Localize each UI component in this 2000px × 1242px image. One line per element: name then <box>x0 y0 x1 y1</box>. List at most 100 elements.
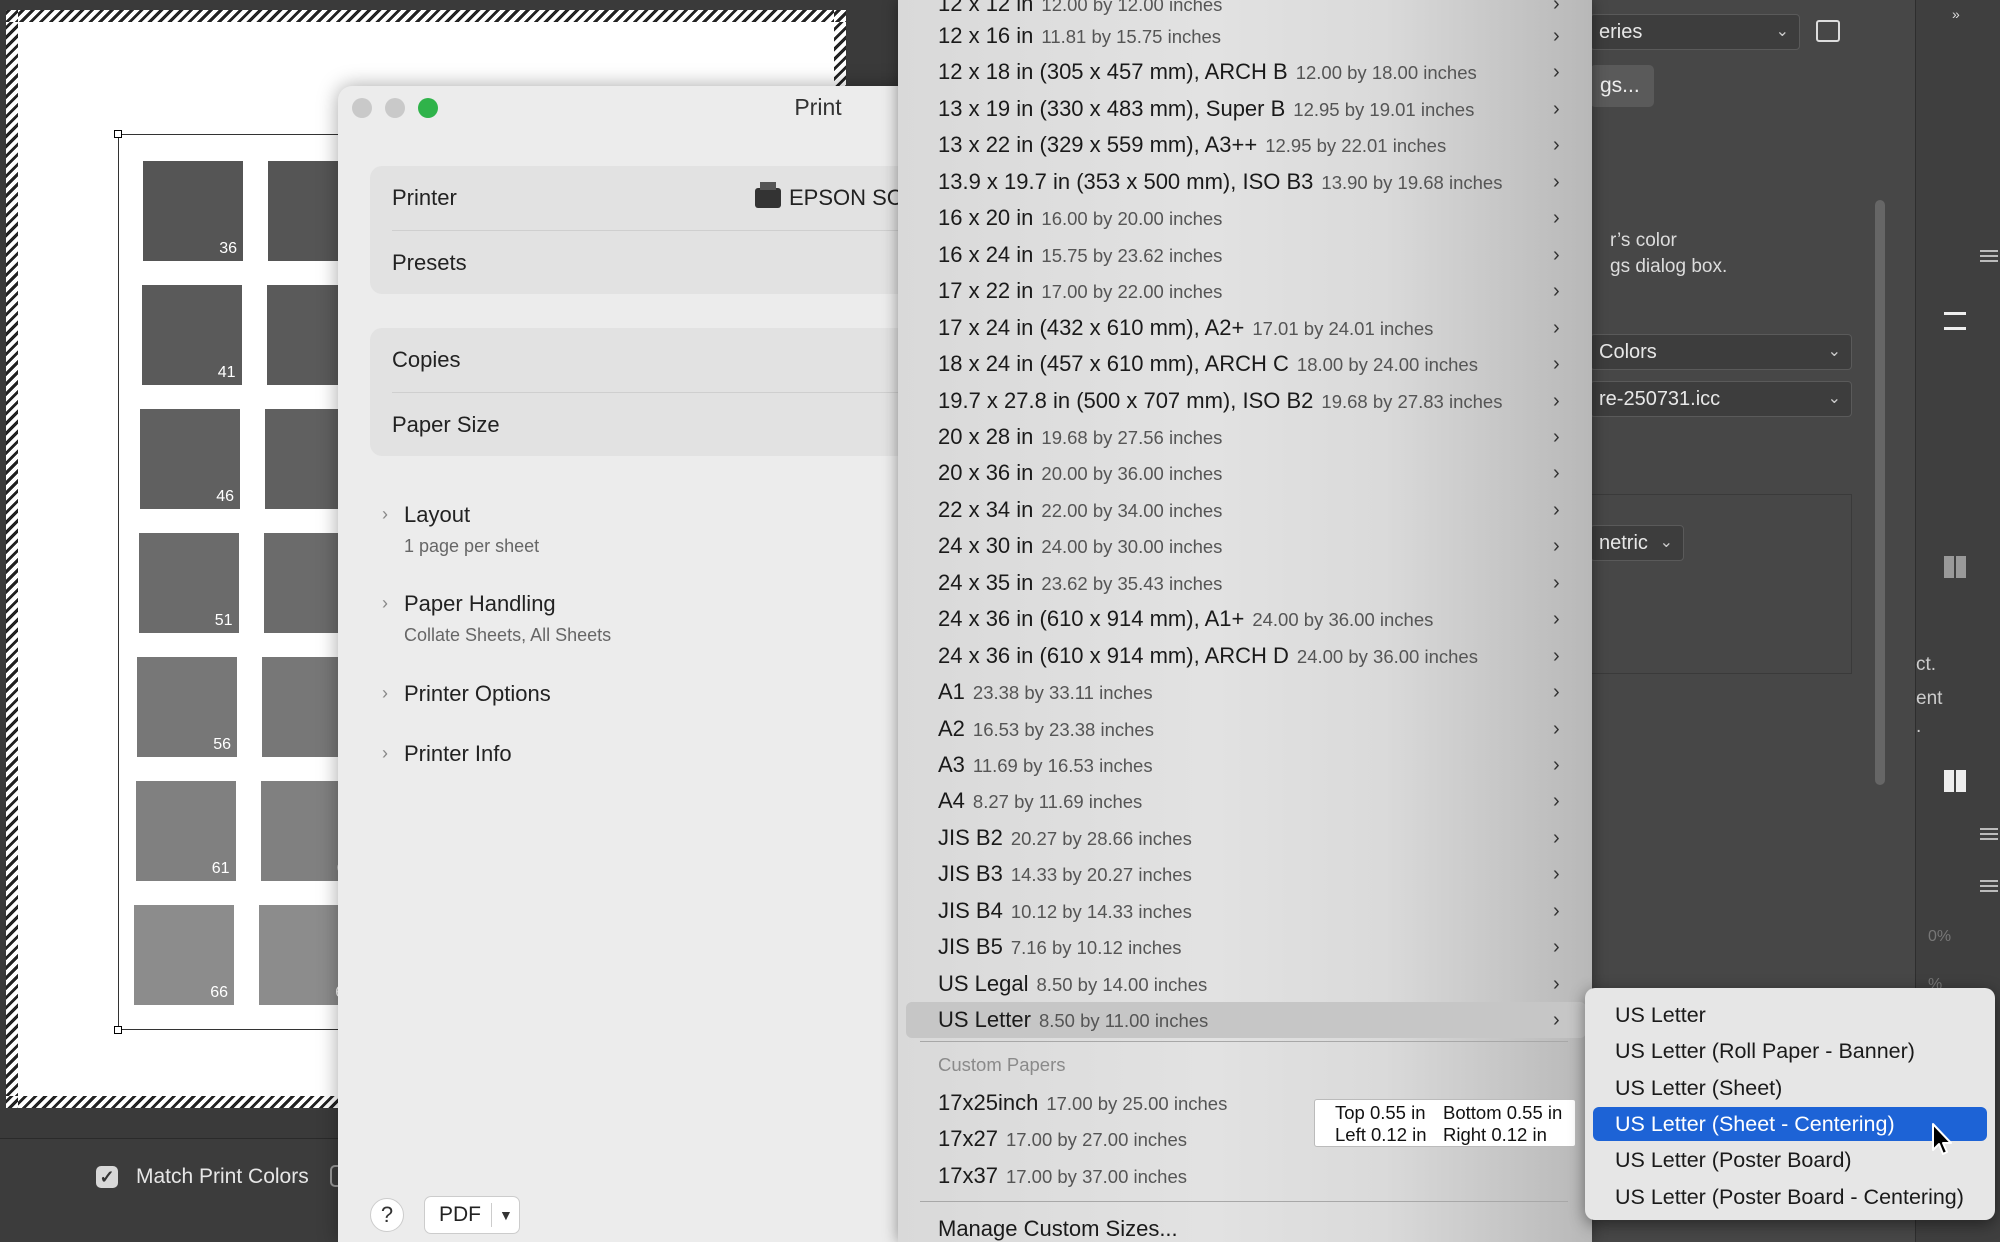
paper-size-item[interactable]: 17x37 17.00 by 37.00 inches <box>898 1158 1592 1194</box>
submenu-item[interactable]: US Letter (Poster Board) <box>1593 1143 1987 1177</box>
disclosure-chevron-icon[interactable]: › <box>382 743 388 764</box>
help-button[interactable]: ? <box>370 1198 404 1232</box>
paper-size-item[interactable]: 20 x 28 in 19.68 by 27.56 inches › <box>898 419 1592 455</box>
list-view-icon[interactable] <box>1944 312 1966 330</box>
color-note-line-1: r’s color <box>1610 230 1677 251</box>
paper-size-name: 13 x 22 in (329 x 559 mm), A3++ <box>938 132 1258 158</box>
printer-series-select[interactable]: eries ⌄ <box>1590 14 1800 50</box>
grid-view-icon[interactable] <box>1944 556 1966 578</box>
paper-size-item[interactable]: JIS B3 14.33 by 20.27 inches › <box>898 856 1592 892</box>
chevron-right-icon: › <box>1553 97 1560 120</box>
paper-size-item[interactable]: 22 x 34 in 22.00 by 34.00 inches › <box>898 492 1592 528</box>
submenu-item[interactable]: US Letter (Sheet - Centering) <box>1593 1106 1987 1141</box>
paper-size-dimensions: 8.50 by 11.00 inches <box>1038 1010 1209 1032</box>
paper-size-dimensions: 23.38 by 33.11 inches <box>972 682 1153 704</box>
chevron-right-icon: › <box>1553 243 1560 266</box>
disclosure-chevron-icon[interactable]: › <box>382 593 388 614</box>
paper-size-item[interactable]: 17 x 22 in 17.00 by 22.00 inches › <box>898 273 1592 309</box>
paper-size-item[interactable]: JIS B2 20.27 by 28.66 inches › <box>898 820 1592 856</box>
paper-size-item[interactable]: A2 16.53 by 23.38 inches › <box>898 711 1592 747</box>
expand-panels-icon[interactable]: » <box>1952 6 1960 22</box>
paper-size-item[interactable]: US Letter 8.50 by 11.00 inches › <box>906 1002 1586 1039</box>
color-handling-select[interactable]: Colors ⌄ <box>1590 334 1852 370</box>
us-letter-submenu: US Letter US Letter (Roll Paper - Banner)… <box>1585 988 1995 1220</box>
paper-size-dimensions: 19.68 by 27.56 inches <box>1041 426 1223 448</box>
tooltip-bottom: Bottom 0.55 in <box>1443 1102 1563 1123</box>
chevron-right-icon: › <box>1553 462 1560 485</box>
paper-size-dimensions: 17.00 by 37.00 inches <box>1005 1165 1187 1187</box>
paper-size-item[interactable]: JIS B5 7.16 by 10.12 inches › <box>898 929 1592 965</box>
pdf-menu-button[interactable]: PDF ▼ <box>424 1196 520 1234</box>
paper-size-dimensions: 16.00 by 20.00 inches <box>1041 208 1223 230</box>
margins-tooltip: Top 0.55 in Bottom 0.55 in Left 0.12 in Ri… <box>1314 1099 1576 1147</box>
paper-size-item[interactable]: 16 x 20 in 16.00 by 20.00 inches › <box>898 200 1592 236</box>
paper-size-item[interactable]: 12 x 18 in (305 x 457 mm), ARCH B 12.00 b… <box>898 54 1592 90</box>
disclosure-chevron-icon[interactable]: › <box>382 504 388 525</box>
paper-size-name: 22 x 34 in <box>938 496 1034 522</box>
add-printer-icon[interactable] <box>1816 20 1840 42</box>
contact-sheet-thumbnail: 51 <box>138 533 239 633</box>
grid-view-icon[interactable] <box>1944 770 1966 792</box>
chevron-right-icon: › <box>1553 353 1560 376</box>
resize-handle[interactable] <box>114 130 122 138</box>
dialog-titlebar: Print <box>338 86 978 130</box>
paper-size-dimensions: 7.16 by 10.12 inches <box>1010 937 1182 959</box>
paper-size-item[interactable]: 13 x 22 in (329 x 559 mm), A3++ 12.95 by … <box>898 127 1592 163</box>
panel-menu-icon[interactable] <box>1980 828 1998 840</box>
paper-size-item[interactable]: JIS B4 10.12 by 14.33 inches › <box>898 893 1592 929</box>
copies-label: Copies <box>392 347 461 372</box>
manage-custom-sizes-item[interactable]: Manage Custom Sizes... <box>898 1211 1592 1242</box>
paper-size-item[interactable]: A3 11.69 by 16.53 inches › <box>898 747 1592 783</box>
chevron-right-icon: › <box>1553 571 1560 594</box>
paper-size-item[interactable]: 24 x 36 in (610 x 914 mm), ARCH D 24.00 b… <box>898 638 1592 674</box>
paper-size-item[interactable]: 17 x 24 in (432 x 610 mm), A2+ 17.01 by 2… <box>898 310 1592 346</box>
paper-size-item[interactable]: 19.7 x 27.8 in (500 x 707 mm), ISO B2 19.… <box>898 383 1592 419</box>
contact-sheet-thumbnail: 56 <box>137 657 237 757</box>
paper-size-item[interactable]: 18 x 24 in (457 x 610 mm), ARCH C 18.00 b… <box>898 346 1592 382</box>
chevron-right-icon: › <box>1553 717 1560 740</box>
menu-separator <box>920 1201 1568 1202</box>
chevron-right-icon: › <box>1553 681 1560 704</box>
print-settings-button[interactable]: gs... <box>1590 65 1654 107</box>
printer-label: Printer <box>392 185 457 210</box>
paper-size-item[interactable]: A1 23.38 by 33.11 inches › <box>898 674 1592 710</box>
tooltip-left: Left 0.12 in <box>1335 1124 1427 1145</box>
paper-size-name: 24 x 36 in (610 x 914 mm), ARCH D <box>938 642 1289 668</box>
opacity-field[interactable]: 0% <box>1928 928 1951 946</box>
chevron-right-icon: › <box>1553 134 1560 157</box>
paper-size-item[interactable]: 24 x 30 in 24.00 by 30.00 inches › <box>898 528 1592 564</box>
contact-sheet-thumbnail: 36 <box>143 161 243 261</box>
resize-handle[interactable] <box>114 1026 122 1034</box>
panel-menu-icon[interactable] <box>1980 250 1998 262</box>
paper-size-dimensions: 20.27 by 28.66 inches <box>1010 827 1192 849</box>
paper-size-item[interactable]: 16 x 24 in 15.75 by 23.62 inches › <box>898 237 1592 273</box>
paper-size-item[interactable]: 12 x 16 in 11.81 by 15.75 inches › <box>898 18 1592 54</box>
submenu-item[interactable]: US Letter <box>1593 998 1987 1032</box>
paper-size-name: 24 x 36 in (610 x 914 mm), A1+ <box>938 606 1245 632</box>
paper-size-item[interactable]: 24 x 35 in 23.62 by 35.43 inches › <box>898 565 1592 601</box>
submenu-item[interactable]: US Letter (Poster Board - Centering) <box>1593 1180 1987 1214</box>
paper-size-name: A4 <box>938 788 965 814</box>
panel-scrollbar[interactable] <box>1875 200 1885 785</box>
paper-size-name: 24 x 35 in <box>938 569 1034 595</box>
color-note-line-2: gs dialog box. <box>1610 256 1728 277</box>
paper-size-item[interactable]: A4 8.27 by 11.69 inches › <box>898 783 1592 819</box>
rendering-intent-select[interactable]: netric ⌄ <box>1590 525 1684 561</box>
disclosure-chevron-icon[interactable]: › <box>382 683 388 704</box>
submenu-item[interactable]: US Letter (Roll Paper - Banner) <box>1593 1034 1987 1068</box>
panel-menu-icon[interactable] <box>1980 880 1998 892</box>
submenu-item[interactable]: US Letter (Sheet) <box>1593 1071 1987 1105</box>
paper-size-item[interactable]: 13 x 19 in (330 x 483 mm), Super B 12.95 … <box>898 91 1592 127</box>
paper-size-item[interactable]: 13.9 x 19.7 in (353 x 500 mm), ISO B3 13.… <box>898 164 1592 200</box>
paper-size-dimensions: 13.90 by 19.68 inches <box>1321 171 1503 193</box>
paper-size-item[interactable]: 24 x 36 in (610 x 914 mm), A1+ 24.00 by 3… <box>898 601 1592 637</box>
paper-size-name: US Letter <box>938 1007 1031 1033</box>
match-print-colors-checkbox[interactable]: ✓ <box>96 1166 118 1188</box>
printer-profile-select[interactable]: re-250731.icc ⌄ <box>1590 381 1852 417</box>
match-print-colors-label: Match Print Colors <box>136 1165 309 1188</box>
paper-size-item[interactable]: 20 x 36 in 20.00 by 36.00 inches › <box>898 455 1592 491</box>
paper-size-item[interactable]: US Legal 8.50 by 14.00 inches › <box>898 966 1592 1002</box>
chevron-down-icon: ⌄ <box>1827 390 1841 407</box>
match-print-colors-option[interactable]: ✓ Match Print Colors <box>96 1165 309 1189</box>
paper-size-name: A3 <box>938 752 965 777</box>
